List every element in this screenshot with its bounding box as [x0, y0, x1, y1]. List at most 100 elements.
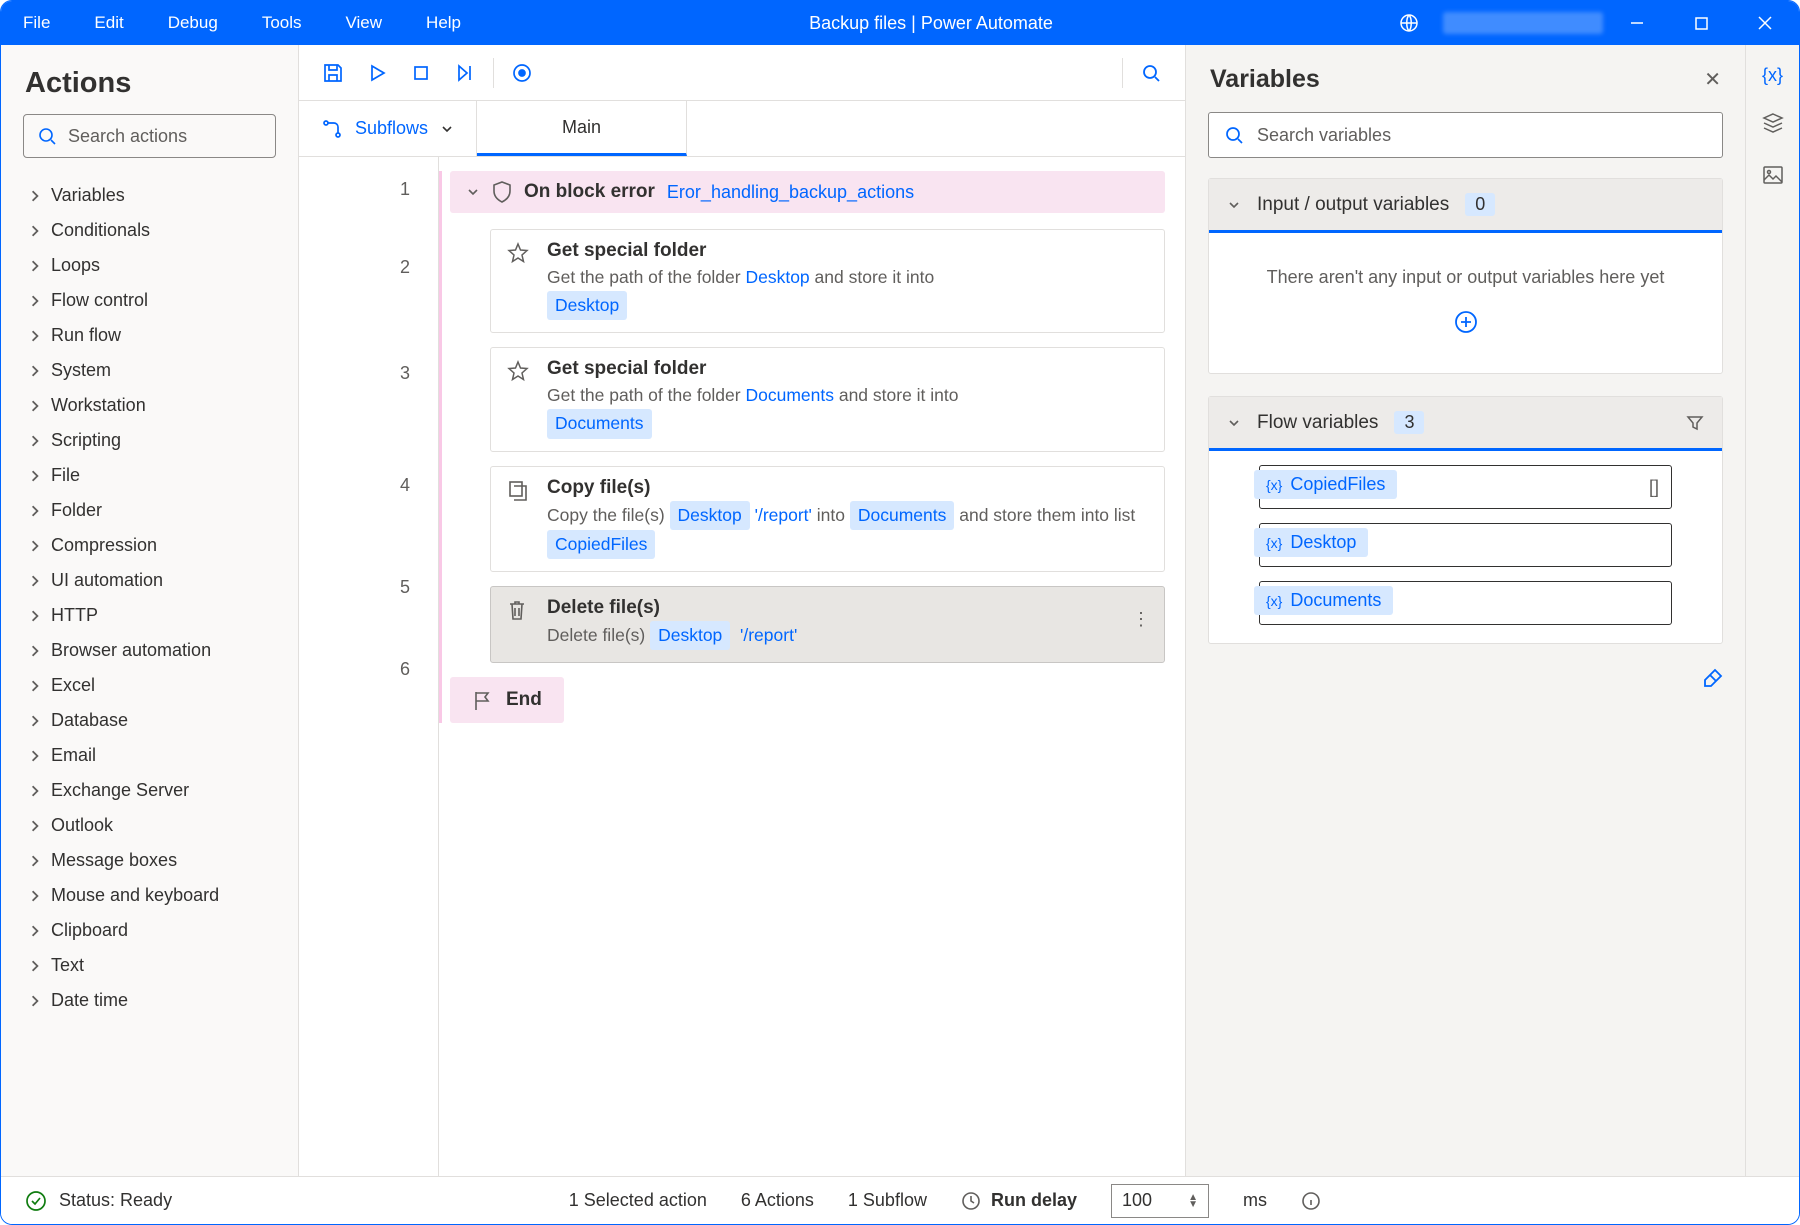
tree-run-flow[interactable]: Run flow — [1, 318, 298, 353]
tab-main[interactable]: Main — [477, 101, 687, 156]
status-subflow: 1 Subflow — [848, 1190, 927, 1211]
flow-var-desktop[interactable]: {x}Desktop — [1259, 523, 1672, 567]
info-icon[interactable] — [1301, 1191, 1321, 1211]
actions-search[interactable]: Search actions — [23, 114, 276, 158]
tree-label: Message boxes — [51, 850, 177, 871]
clear-variables-button[interactable] — [1681, 666, 1745, 705]
tree-system[interactable]: System — [1, 353, 298, 388]
io-variables-header[interactable]: Input / output variables 0 — [1209, 179, 1722, 233]
chevron-right-icon — [29, 750, 41, 762]
tree-folder[interactable]: Folder — [1, 493, 298, 528]
flow-canvas[interactable]: 1 2 3 4 5 6 On block error Eror_handling… — [299, 157, 1185, 1176]
filter-icon[interactable] — [1686, 414, 1704, 432]
maximize-button[interactable] — [1671, 1, 1731, 45]
add-io-variable-button[interactable] — [1229, 310, 1702, 339]
save-button[interactable] — [311, 51, 355, 95]
io-variables-section: Input / output variables 0 There aren't … — [1208, 178, 1723, 374]
stepper-icon[interactable]: ▲▼ — [1188, 1194, 1198, 1208]
step-get-special-folder-2[interactable]: Get special folder Get the path of the f… — [490, 347, 1165, 451]
tree-label: Flow control — [51, 290, 148, 311]
run-delay-input[interactable]: 100 ▲▼ — [1111, 1184, 1209, 1218]
tree-date-time[interactable]: Date time — [1, 983, 298, 1018]
tree-label: Folder — [51, 500, 102, 521]
tree-mouse-keyboard[interactable]: Mouse and keyboard — [1, 878, 298, 913]
flow-var-documents[interactable]: {x}Documents — [1259, 581, 1672, 625]
chevron-down-icon — [466, 185, 480, 199]
tree-database[interactable]: Database — [1, 703, 298, 738]
tree-excel[interactable]: Excel — [1, 668, 298, 703]
end-label: End — [506, 689, 542, 711]
chevron-right-icon — [29, 295, 41, 307]
minimize-button[interactable] — [1607, 1, 1667, 45]
copy-icon — [507, 479, 529, 506]
tree-conditionals[interactable]: Conditionals — [1, 213, 298, 248]
actions-tree[interactable]: Variables Conditionals Loops Flow contro… — [1, 172, 298, 1176]
search-flow-button[interactable] — [1129, 51, 1173, 95]
flow-count-badge: 3 — [1394, 411, 1424, 434]
record-button[interactable] — [500, 51, 544, 95]
tree-clipboard[interactable]: Clipboard — [1, 913, 298, 948]
flow-variables-section: Flow variables 3 {x}CopiedFiles [] {x}De… — [1208, 396, 1723, 644]
menu-edit[interactable]: Edit — [72, 1, 145, 45]
var-pill: Desktop — [547, 291, 627, 320]
step-button[interactable] — [443, 51, 487, 95]
tree-message-boxes[interactable]: Message boxes — [1, 843, 298, 878]
subflows-dropdown[interactable]: Subflows — [299, 101, 477, 156]
flow-variables-header[interactable]: Flow variables 3 — [1209, 397, 1722, 451]
menu-view[interactable]: View — [324, 1, 405, 45]
clock-icon — [961, 1191, 981, 1211]
star-icon — [507, 360, 529, 387]
rail-images-button[interactable] — [1762, 165, 1784, 190]
step-desc: Get the path of the folder Desktop and s… — [547, 264, 1146, 320]
chevron-down-icon — [440, 122, 454, 136]
step-delete-files[interactable]: Delete file(s) Delete file(s) Desktop '/… — [490, 586, 1165, 663]
close-button[interactable] — [1735, 1, 1795, 45]
tree-text[interactable]: Text — [1, 948, 298, 983]
tree-label: Exchange Server — [51, 780, 189, 801]
tree-label: Mouse and keyboard — [51, 885, 219, 906]
account-label[interactable] — [1443, 12, 1603, 34]
tree-outlook[interactable]: Outlook — [1, 808, 298, 843]
var-name: Documents — [1290, 590, 1381, 611]
tree-browser-automation[interactable]: Browser automation — [1, 633, 298, 668]
tree-label: Email — [51, 745, 96, 766]
rail-layers-button[interactable] — [1762, 112, 1784, 139]
tree-scripting[interactable]: Scripting — [1, 423, 298, 458]
tree-exchange-server[interactable]: Exchange Server — [1, 773, 298, 808]
variables-search[interactable]: Search variables — [1208, 112, 1723, 158]
tree-compression[interactable]: Compression — [1, 528, 298, 563]
search-icon — [1225, 126, 1243, 144]
chevron-right-icon — [29, 645, 41, 657]
tree-loops[interactable]: Loops — [1, 248, 298, 283]
chevron-right-icon — [29, 470, 41, 482]
rail-variables-button[interactable]: {x} — [1762, 65, 1783, 86]
chevron-right-icon — [29, 820, 41, 832]
tree-email[interactable]: Email — [1, 738, 298, 773]
stop-button[interactable] — [399, 51, 443, 95]
block-handler-link[interactable]: Eror_handling_backup_actions — [667, 182, 914, 203]
tree-http[interactable]: HTTP — [1, 598, 298, 633]
menu-tools[interactable]: Tools — [240, 1, 324, 45]
tree-variables[interactable]: Variables — [1, 178, 298, 213]
tree-flow-control[interactable]: Flow control — [1, 283, 298, 318]
globe-icon[interactable] — [1379, 1, 1439, 45]
menu-file[interactable]: File — [1, 1, 72, 45]
tree-workstation[interactable]: Workstation — [1, 388, 298, 423]
tree-file[interactable]: File — [1, 458, 298, 493]
tree-label: Run flow — [51, 325, 121, 346]
end-block[interactable]: End — [450, 677, 564, 723]
step-get-special-folder-1[interactable]: Get special folder Get the path of the f… — [490, 229, 1165, 333]
run-button[interactable] — [355, 51, 399, 95]
step-desc: Get the path of the folder Documents and… — [547, 382, 1146, 438]
menu-debug[interactable]: Debug — [146, 1, 240, 45]
flow-var-copiedfiles[interactable]: {x}CopiedFiles [] — [1259, 465, 1672, 509]
more-icon[interactable]: ⋮ — [1132, 609, 1150, 630]
close-variables-button[interactable]: ✕ — [1704, 67, 1721, 92]
menu-help[interactable]: Help — [404, 1, 483, 45]
on-block-error-header[interactable]: On block error Eror_handling_backup_acti… — [450, 171, 1165, 213]
actions-title: Actions — [1, 45, 298, 114]
step-copy-files[interactable]: Copy file(s) Copy the file(s) Desktop '/… — [490, 466, 1165, 572]
chevron-right-icon — [29, 330, 41, 342]
tree-ui-automation[interactable]: UI automation — [1, 563, 298, 598]
status-actions: 6 Actions — [741, 1190, 814, 1211]
